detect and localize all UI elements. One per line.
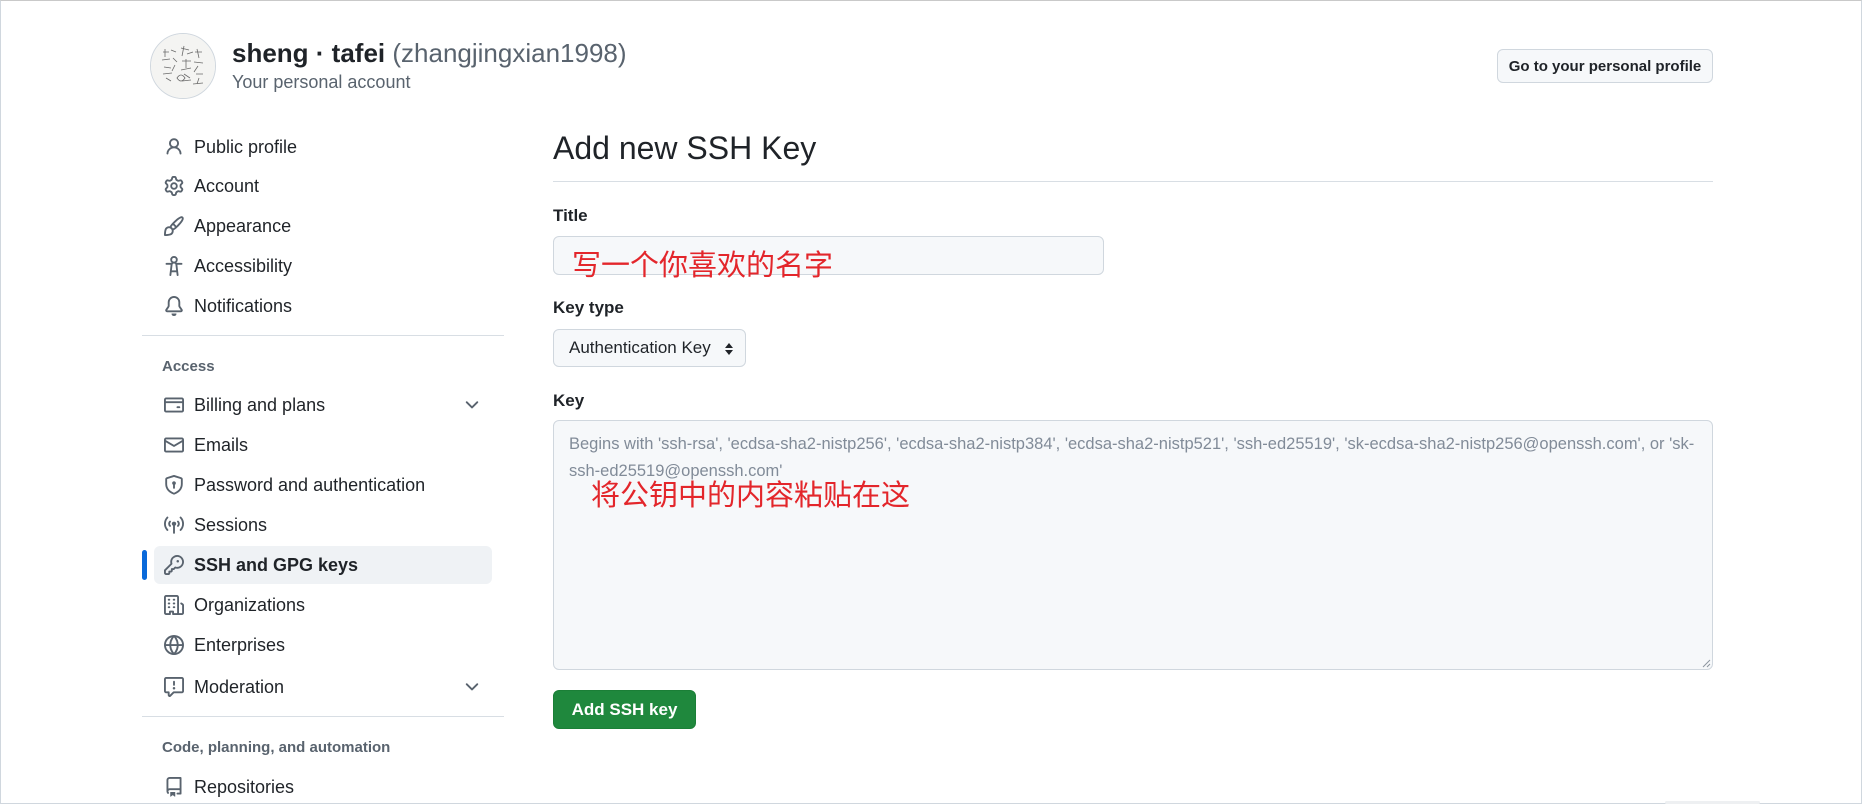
person-icon xyxy=(164,137,184,157)
sidebar-item-public-profile[interactable]: Public profile xyxy=(154,128,492,166)
go-to-profile-button[interactable]: Go to your personal profile xyxy=(1497,49,1713,83)
sidebar-divider xyxy=(142,335,504,336)
accessibility-icon xyxy=(164,256,184,276)
organization-icon xyxy=(164,595,184,615)
sidebar-item-label: Billing and plans xyxy=(194,394,326,415)
sidebar-item-label: SSH and GPG keys xyxy=(194,554,359,575)
select-arrows-icon xyxy=(725,343,733,355)
chevron-down-icon[interactable] xyxy=(462,677,482,697)
key-type-selected-value: Authentication Key xyxy=(569,338,711,357)
sidebar-item-label: Account xyxy=(194,175,260,196)
sidebar-item-label: Notifications xyxy=(194,295,293,316)
sidebar-item-notifications[interactable]: Notifications xyxy=(154,287,492,325)
gear-icon xyxy=(164,176,184,196)
key-type-label: Key type xyxy=(553,298,624,317)
shield-lock-icon xyxy=(164,475,184,495)
sidebar-section-code: Code, planning, and automation xyxy=(162,739,391,756)
sidebar-item-label: Public profile xyxy=(194,136,298,157)
scroll-hint xyxy=(1665,801,1760,804)
user-display-name: sheng · tafei (zhangjingxian1998) xyxy=(232,38,627,69)
title-label: Title xyxy=(553,206,588,225)
sidebar-item-ssh-gpg-keys[interactable]: SSH and GPG keys xyxy=(154,546,492,584)
sidebar-item-account[interactable]: Account xyxy=(154,167,492,205)
paintbrush-icon xyxy=(164,216,184,236)
sidebar-item-label: Enterprises xyxy=(194,634,286,655)
selected-indicator xyxy=(142,550,147,580)
sidebar-item-label: Accessibility xyxy=(194,255,293,276)
display-name: sheng · tafei xyxy=(232,38,386,68)
sidebar-item-billing[interactable]: Billing and plans xyxy=(154,386,492,424)
key-label: Key xyxy=(553,391,585,410)
mail-icon xyxy=(164,435,184,455)
sidebar-item-label: Sessions xyxy=(194,514,268,535)
sidebar-item-label: Organizations xyxy=(194,594,306,615)
globe-icon xyxy=(164,635,184,655)
avatar[interactable] xyxy=(150,33,216,99)
sidebar-item-label: Password and authentication xyxy=(194,474,426,495)
sidebar-divider xyxy=(142,716,504,717)
page-title: Add new SSH Key xyxy=(553,130,817,166)
key-textarea[interactable] xyxy=(553,420,1713,670)
repo-icon xyxy=(164,777,184,797)
credit-card-icon xyxy=(164,395,184,415)
sidebar-item-accessibility[interactable]: Accessibility xyxy=(154,247,492,285)
sidebar-item-emails[interactable]: Emails xyxy=(154,426,492,464)
sidebar-item-label: Emails xyxy=(194,434,249,455)
sidebar-item-enterprises[interactable]: Enterprises xyxy=(154,626,492,664)
title-input[interactable] xyxy=(553,236,1104,275)
sidebar-item-sessions[interactable]: Sessions xyxy=(154,506,492,544)
account-subtitle: Your personal account xyxy=(232,72,411,92)
broadcast-icon xyxy=(164,515,184,535)
key-icon xyxy=(164,555,184,575)
sidebar-item-repositories[interactable]: Repositories xyxy=(154,768,492,806)
title-divider xyxy=(553,181,1713,182)
chevron-down-icon[interactable] xyxy=(462,395,482,415)
username-handle: (zhangjingxian1998) xyxy=(392,38,627,68)
key-type-select[interactable]: Authentication Key xyxy=(553,329,746,367)
sidebar-section-access: Access xyxy=(162,358,215,375)
resize-grip-icon[interactable] xyxy=(1701,658,1711,668)
add-ssh-key-button[interactable]: Add SSH key xyxy=(553,690,696,729)
sidebar-item-appearance[interactable]: Appearance xyxy=(154,207,492,245)
sidebar-item-organizations[interactable]: Organizations xyxy=(154,586,492,624)
report-icon xyxy=(164,677,184,697)
bell-icon xyxy=(164,296,184,316)
sidebar-item-label: Appearance xyxy=(194,215,292,236)
sidebar-item-label: Moderation xyxy=(194,676,285,697)
sidebar-item-label: Repositories xyxy=(194,776,295,797)
sidebar-item-moderation[interactable]: Moderation xyxy=(154,668,492,706)
sidebar-item-password-auth[interactable]: Password and authentication xyxy=(154,466,492,504)
